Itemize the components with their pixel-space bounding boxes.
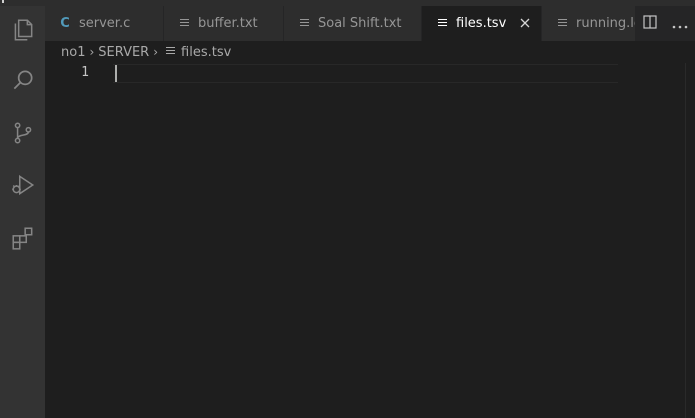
editor-actions [635,6,695,41]
source-control-icon[interactable] [0,109,45,157]
tab-soal-shift-txt[interactable]: Soal Shift.txt [284,6,422,41]
extensions-icon[interactable] [0,214,45,262]
text-cursor [115,65,117,82]
split-editor-icon[interactable] [642,14,657,33]
close-icon[interactable] [517,15,533,31]
text-file-icon [296,17,312,31]
tab-files-tsv[interactable]: files.tsv [422,6,542,41]
run-debug-icon[interactable] [0,161,45,209]
more-actions-icon[interactable] [672,14,688,33]
window-top-marker [2,0,4,3]
tab-server-c[interactable]: C server.c [45,6,164,41]
editor-area[interactable]: 1 [45,63,695,418]
c-file-icon: C [60,16,70,31]
chevron-right-icon: › [153,45,159,59]
breadcrumb: no1 › SERVER › files.tsv [45,41,695,63]
breadcrumb-folder-server[interactable]: SERVER [98,45,149,60]
breadcrumb-file-files-tsv[interactable]: files.tsv [181,45,231,60]
overview-ruler[interactable] [685,63,686,418]
breadcrumb-folder-no1[interactable]: no1 [61,45,85,60]
tab-label: Soal Shift.txt [318,16,402,31]
tab-buffer-txt[interactable]: buffer.txt [164,6,284,41]
text-file-icon [554,17,570,31]
chevron-right-icon: › [89,45,95,59]
text-file-icon [166,45,176,60]
tab-label: files.tsv [456,16,507,31]
editor-tab-bar: C server.c buffer.txt Soal Shift.txt fil… [45,6,695,41]
explorer-icon[interactable] [0,6,45,54]
text-file-icon [434,17,450,31]
activity-bar [0,6,45,418]
line-number: 1 [81,65,89,80]
text-file-icon [176,17,192,31]
tab-label: buffer.txt [198,16,258,31]
tab-label: server.c [79,16,131,31]
search-icon[interactable] [0,56,45,104]
current-line-highlight [113,64,618,83]
